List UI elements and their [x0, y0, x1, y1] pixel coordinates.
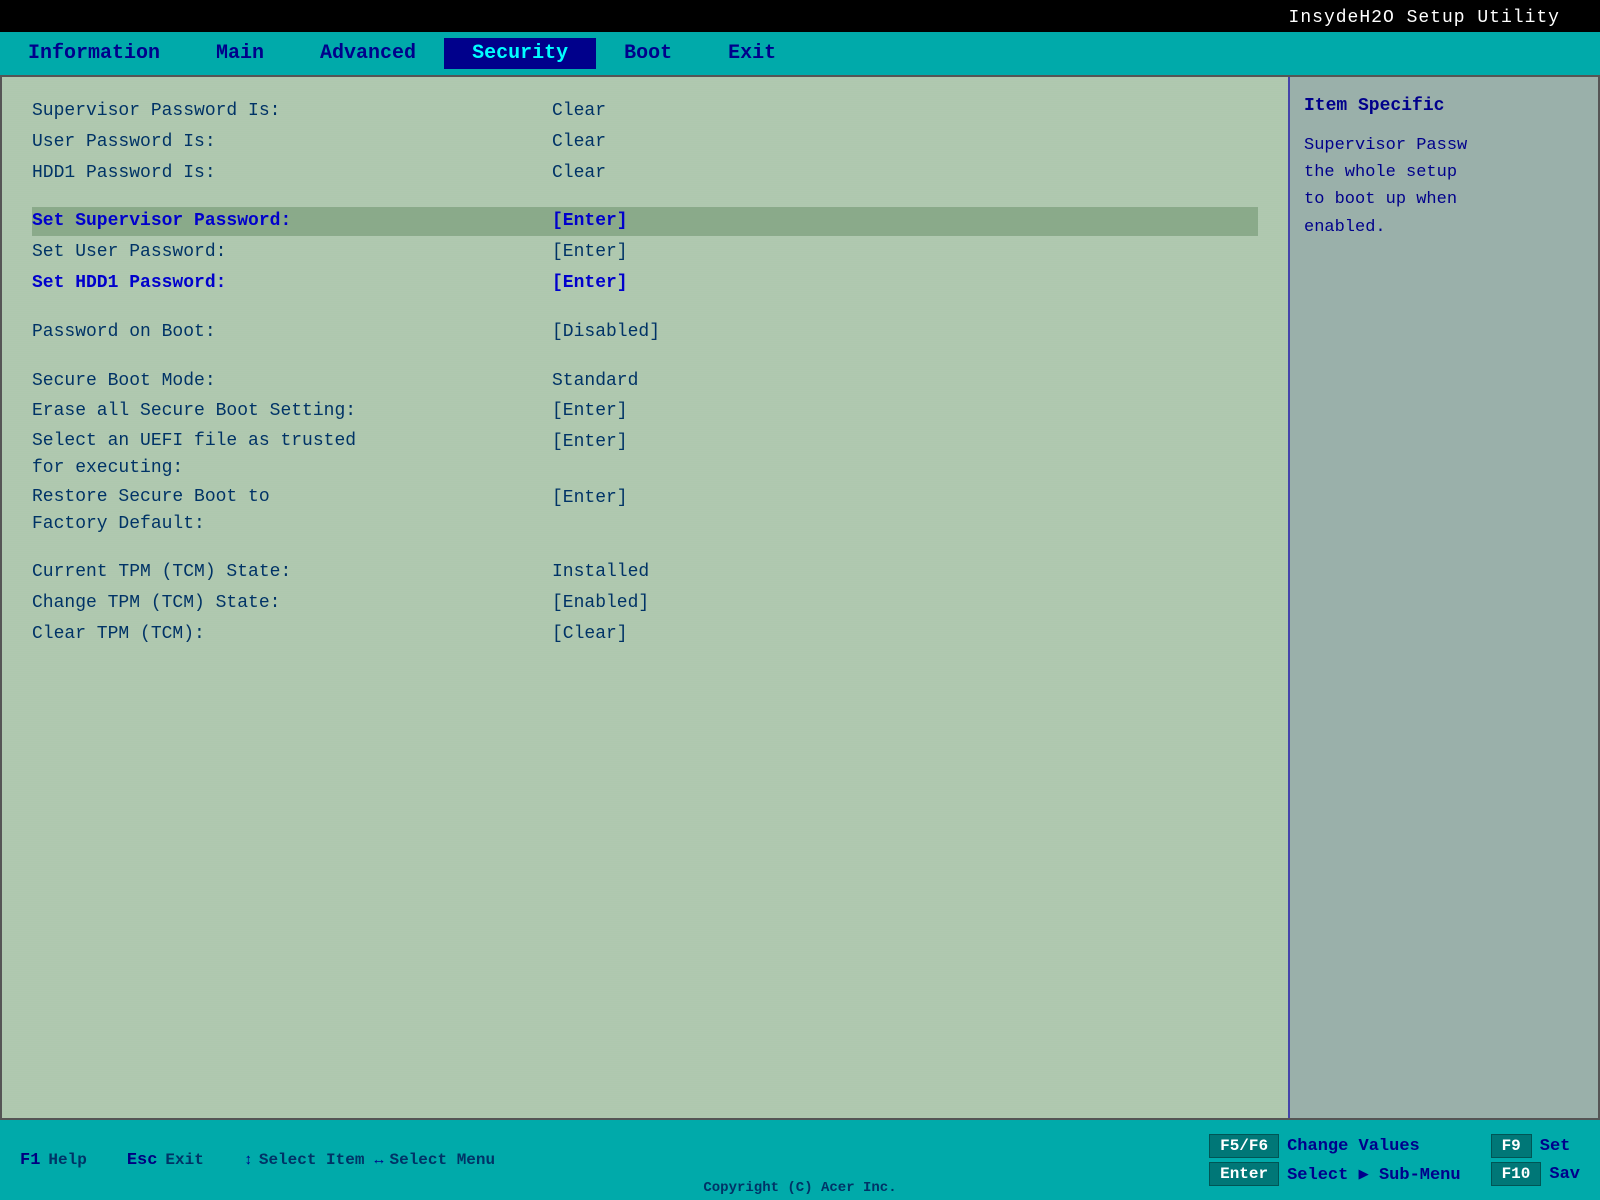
f5f6-key: F5/F6: [1209, 1134, 1279, 1158]
label-hdd1-password-is: HDD1 Password Is:: [32, 159, 552, 188]
right-panel: Item Specific Supervisor Passwthe whole …: [1288, 77, 1598, 1118]
value-supervisor-password-is: Clear: [552, 97, 606, 126]
esc-key: Esc: [127, 1151, 158, 1170]
label-supervisor-password-is: Supervisor Password Is:: [32, 97, 552, 126]
menu-bar: Information Main Advanced Security Boot …: [0, 32, 1600, 75]
main-panel: Supervisor Password Is: Clear User Passw…: [2, 77, 1288, 1118]
row-user-password-is: User Password Is: Clear: [32, 128, 1258, 157]
label-secure-boot-mode: Secure Boot Mode:: [32, 367, 552, 396]
menu-item-exit[interactable]: Exit: [700, 38, 804, 69]
value-clear-tpm: [Clear]: [552, 620, 628, 649]
label-change-tpm: Change TPM (TCM) State:: [32, 589, 552, 618]
f10-key: F10: [1491, 1162, 1542, 1186]
label-current-tpm: Current TPM (TCM) State:: [32, 558, 552, 587]
left-right-arrows: ↔: [374, 1152, 383, 1169]
row-erase-secure-boot[interactable]: Erase all Secure Boot Setting: [Enter]: [32, 397, 1258, 426]
enter-desc: Select ▶ Sub-Menu: [1287, 1164, 1460, 1185]
copyright: Copyright (C) Acer Inc.: [703, 1180, 896, 1196]
row-set-supervisor-password[interactable]: Set Supervisor Password: [Enter]: [32, 207, 1258, 236]
value-secure-boot-mode: Standard: [552, 367, 638, 396]
esc-desc: Exit: [165, 1151, 203, 1169]
bottom-bar: F1 Help Esc Exit ↕ Select Item ↔ Select …: [0, 1120, 1600, 1200]
menu-item-boot[interactable]: Boot: [596, 38, 700, 69]
value-erase-secure-boot: [Enter]: [552, 397, 628, 426]
f5f6-desc: Change Values: [1287, 1137, 1420, 1156]
menu-item-information[interactable]: Information: [0, 38, 188, 69]
label-select-uefi-file: Select an UEFI file as trustedfor execut…: [32, 428, 552, 482]
label-set-user-password: Set User Password:: [32, 238, 552, 267]
row-select-uefi-file[interactable]: Select an UEFI file as trustedfor execut…: [32, 428, 1258, 482]
f9-desc: Set: [1540, 1137, 1571, 1156]
value-set-hdd1-password: [Enter]: [552, 269, 628, 298]
menu-item-main[interactable]: Main: [188, 38, 292, 69]
row-set-user-password[interactable]: Set User Password: [Enter]: [32, 238, 1258, 267]
row-secure-boot-mode[interactable]: Secure Boot Mode: Standard: [32, 367, 1258, 396]
up-down-arrows: ↕: [244, 1152, 253, 1169]
value-hdd1-password-is: Clear: [552, 159, 606, 188]
row-change-tpm[interactable]: Change TPM (TCM) State: [Enabled]: [32, 589, 1258, 618]
item-specific-description: Supervisor Passwthe whole setupto boot u…: [1304, 132, 1584, 241]
row-restore-secure-boot[interactable]: Restore Secure Boot toFactory Default: […: [32, 484, 1258, 538]
value-password-on-boot: [Disabled]: [552, 318, 660, 347]
f1-key: F1: [20, 1151, 40, 1170]
f1-desc: Help: [48, 1151, 86, 1169]
row-clear-tpm[interactable]: Clear TPM (TCM): [Clear]: [32, 620, 1258, 649]
f10-desc: Sav: [1549, 1165, 1580, 1184]
label-set-hdd1-password: Set HDD1 Password:: [32, 269, 552, 298]
value-change-tpm: [Enabled]: [552, 589, 649, 618]
row-password-on-boot[interactable]: Password on Boot: [Disabled]: [32, 318, 1258, 347]
label-user-password-is: User Password Is:: [32, 128, 552, 157]
label-set-supervisor-password: Set Supervisor Password:: [32, 207, 552, 236]
label-erase-secure-boot: Erase all Secure Boot Setting:: [32, 397, 552, 426]
app-title: InsydeH2O Setup Utility: [1289, 8, 1560, 28]
content-area: Supervisor Password Is: Clear User Passw…: [0, 75, 1600, 1120]
value-set-supervisor-password: [Enter]: [552, 207, 628, 236]
select-item-desc: Select Item: [259, 1151, 365, 1169]
value-current-tpm: Installed: [552, 558, 649, 587]
item-specific-title: Item Specific: [1304, 93, 1584, 120]
row-current-tpm: Current TPM (TCM) State: Installed: [32, 558, 1258, 587]
enter-key: Enter: [1209, 1162, 1279, 1186]
label-password-on-boot: Password on Boot:: [32, 318, 552, 347]
menu-item-advanced[interactable]: Advanced: [292, 38, 444, 69]
row-set-hdd1-password[interactable]: Set HDD1 Password: [Enter]: [32, 269, 1258, 298]
row-hdd1-password-is: HDD1 Password Is: Clear: [32, 159, 1258, 188]
menu-item-security[interactable]: Security: [444, 38, 596, 69]
value-select-uefi-file: [Enter]: [552, 428, 628, 457]
value-set-user-password: [Enter]: [552, 238, 628, 267]
f9-key: F9: [1491, 1134, 1532, 1158]
row-supervisor-password-is: Supervisor Password Is: Clear: [32, 97, 1258, 126]
value-user-password-is: Clear: [552, 128, 606, 157]
label-restore-secure-boot: Restore Secure Boot toFactory Default:: [32, 484, 552, 538]
value-restore-secure-boot: [Enter]: [552, 484, 628, 513]
select-menu-desc: Select Menu: [389, 1151, 495, 1169]
label-clear-tpm: Clear TPM (TCM):: [32, 620, 552, 649]
